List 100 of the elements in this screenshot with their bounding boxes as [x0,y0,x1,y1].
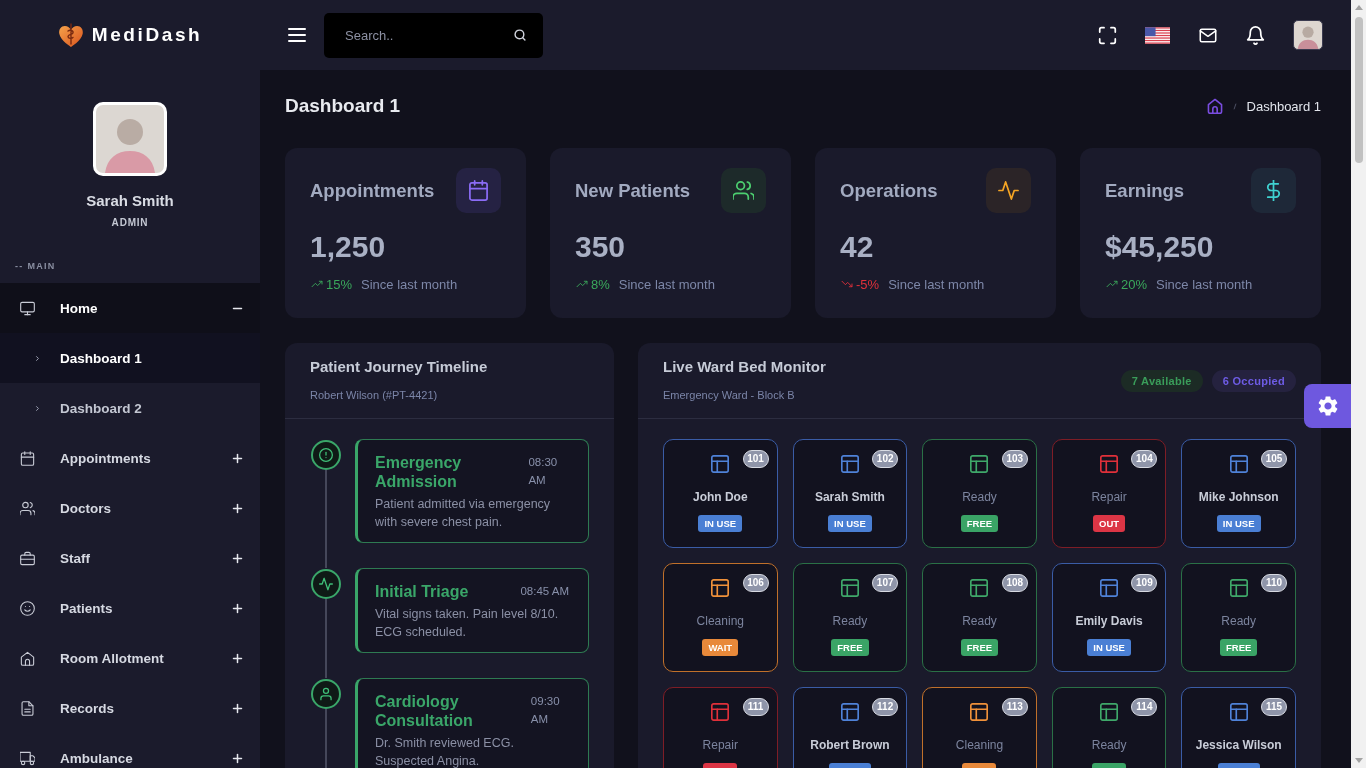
status-tag: FREE [960,639,999,656]
panel-layout-icon [1099,702,1120,722]
patient-name: Emily Davis [1075,613,1143,629]
settings-button[interactable] [1304,384,1351,428]
panel-layout-icon [969,702,990,722]
plus-icon [232,752,243,764]
menu-item[interactable]: Patients [0,583,260,633]
stat-value: $45,250 [1105,229,1215,265]
stat-note: Since last month [1156,276,1253,292]
bed-number: 112 [872,698,899,716]
logo-text[interactable]: MediDash [91,24,203,46]
user-avatar[interactable] [1293,20,1323,50]
chevron-icon [34,353,41,363]
summary-badge: 7 Available [1120,369,1203,392]
panel-layout-icon [1228,578,1249,598]
panel-layout-icon [1099,578,1120,598]
patient-name: Sarah Smith [814,489,885,505]
bed-number: 110 [1261,574,1287,592]
trending-up-icon [1105,279,1119,289]
heart-logo-icon [57,22,84,48]
truck-icon [20,750,35,766]
activity-icon [311,569,341,599]
fullscreen-icon[interactable] [1098,25,1117,45]
menu-item[interactable]: Appointments [0,433,260,483]
status-tag: IN USE [828,515,872,532]
home-icon[interactable] [1206,98,1223,114]
plus-icon [232,452,243,464]
event-description: Vital signs taken. Pain level 8/10. ECG scheduled. [375,606,560,641]
patient-name: Jessica Wilson [1195,737,1282,753]
calendar-icon [20,450,35,466]
search-icon[interactable] [514,28,526,41]
stat-title: Earnings [1105,179,1185,202]
bed-state: Ready [1221,613,1257,629]
panel-layout-icon [710,702,731,722]
event-time: 08:30 AM [528,455,559,488]
stat-title: Operations [840,179,938,202]
stat-note: Since last month [361,276,458,292]
panel-layout-icon [710,454,731,474]
bed-number: 114 [1131,698,1158,716]
stat-title: Appointments [310,179,435,202]
menu-icon[interactable] [288,28,306,42]
breadcrumb-item: Dashboard 1 [1246,98,1321,114]
home-icon [20,650,35,666]
menu-item[interactable]: Records [0,683,260,733]
bed-number: 106 [742,574,769,592]
status-tag: IN USE [1216,515,1261,532]
profile-role: ADMIN [111,216,149,230]
chevron-icon [34,403,41,413]
panel-layout-icon [710,578,731,598]
menu-item[interactable]: Doctors [0,483,260,533]
bed-state: Ready [962,489,997,505]
event-title: Emergency Admission [375,453,463,491]
menu-item[interactable]: Ambulance [0,733,260,768]
submenu-item[interactable]: Dashboard 2 [0,383,260,433]
status-tag: OUT [1093,515,1126,532]
status-tag: IN USE [1087,639,1131,656]
user-icon [311,679,341,709]
alert-icon [311,440,341,470]
menu-item[interactable]: Home [0,283,260,333]
smile-icon [20,600,35,616]
stat-title: New Patients [575,179,691,202]
panel-layout-icon [969,454,990,474]
summary-badge: 6 Occupied [1211,369,1296,392]
section-label: -- MAIN [15,260,57,272]
activity-icon [986,168,1031,213]
flag-icon[interactable] [1145,26,1170,44]
panel-layout-icon [969,578,990,598]
profile-name: Sarah Smith [86,191,174,211]
plus-icon [232,502,243,514]
panel-title: Live Ward Bed Monitor [663,357,826,377]
bed-state: Ready [1091,737,1127,753]
change-value: -5% [856,276,880,292]
panel-subtitle: Emergency Ward - Block B [663,388,796,403]
search-field[interactable]: Search.. [324,12,543,58]
menu-item[interactable]: Room Allotment [0,633,260,683]
submenu-item[interactable]: Dashboard 1 [0,333,260,383]
panel-layout-icon [1099,454,1120,474]
bed-number: 107 [872,574,899,592]
settings-icon[interactable] [1317,396,1338,416]
bed-number: 115 [1261,698,1287,716]
bed-number: 103 [1001,450,1028,468]
bed-number: 109 [1131,574,1158,592]
menu-item[interactable]: Staff [0,533,260,583]
panel-subtitle: Robert Wilson (#PT-4421) [310,388,439,403]
scrollbar[interactable] [1351,0,1366,768]
patient-name: Mike Johnson [1198,489,1279,505]
bed-state: Ready [962,613,997,629]
stat-note: Since last month [888,276,985,292]
patient-name: Robert Brown [810,737,890,753]
bed-number: 101 [742,450,769,468]
status-tag: FREE [831,639,869,656]
bed-state: Ready [832,613,868,629]
bed-state: Repair [1091,489,1127,505]
notification-bell-icon[interactable] [1246,25,1265,45]
panel-layout-icon [839,454,860,474]
file-icon [20,700,35,716]
trending-up-icon [575,279,589,289]
mail-icon[interactable] [1198,26,1218,44]
bed-number: 113 [1001,698,1028,716]
trending-down-icon [840,279,854,289]
